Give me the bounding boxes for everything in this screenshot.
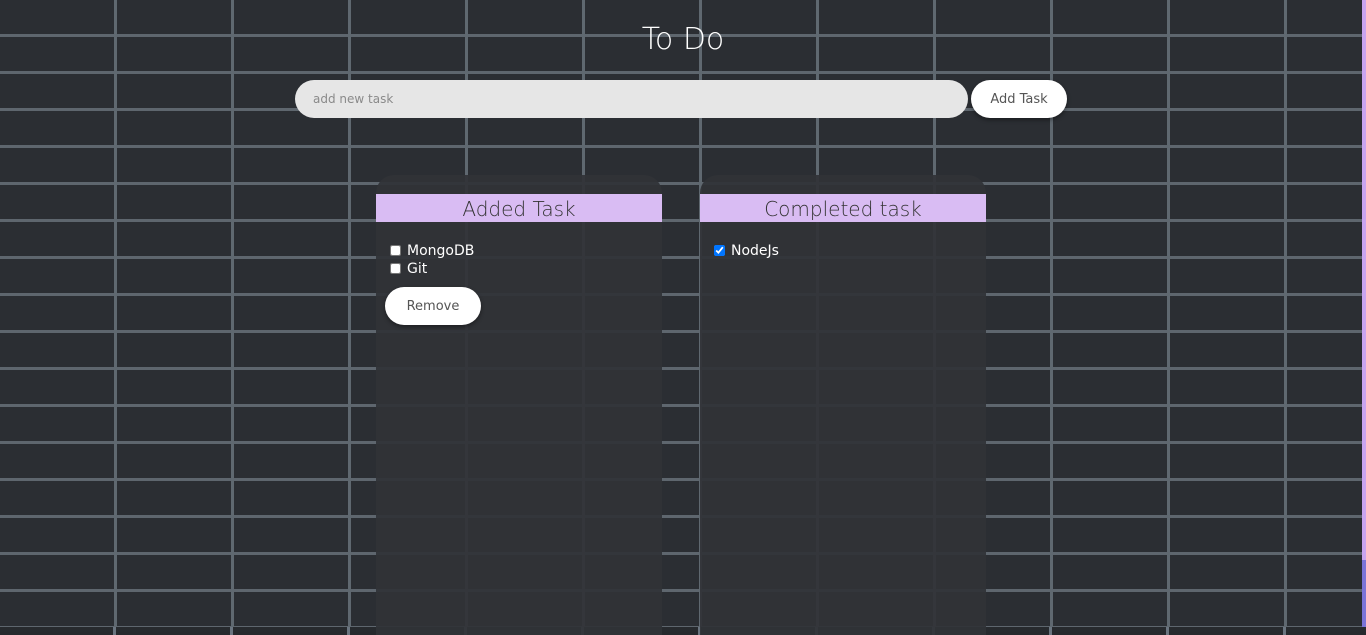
task-checkbox[interactable] [390, 245, 401, 256]
new-task-input[interactable] [295, 80, 968, 118]
task-label: MongoDB [407, 242, 475, 259]
task-checkbox[interactable] [390, 263, 401, 274]
task-item[interactable]: Git [390, 260, 427, 277]
task-label: NodeJs [731, 242, 779, 259]
added-task-heading: Added Task [376, 194, 662, 222]
scrollbar-thumb[interactable] [1362, 560, 1366, 627]
page-title: To Do [641, 22, 725, 57]
completed-item[interactable]: NodeJs [714, 242, 779, 259]
remove-button[interactable]: Remove [385, 287, 481, 325]
added-task-panel: Added Task MongoDB Git Remove [376, 175, 662, 635]
task-item[interactable]: MongoDB [390, 242, 474, 259]
scrollbar[interactable] [1362, 0, 1366, 560]
completed-task-heading: Completed task [700, 194, 986, 222]
completed-task-panel: Completed task NodeJs [700, 175, 986, 635]
task-label: Git [407, 260, 428, 277]
task-checkbox[interactable] [714, 245, 725, 256]
add-task-button[interactable]: Add Task [971, 80, 1067, 118]
